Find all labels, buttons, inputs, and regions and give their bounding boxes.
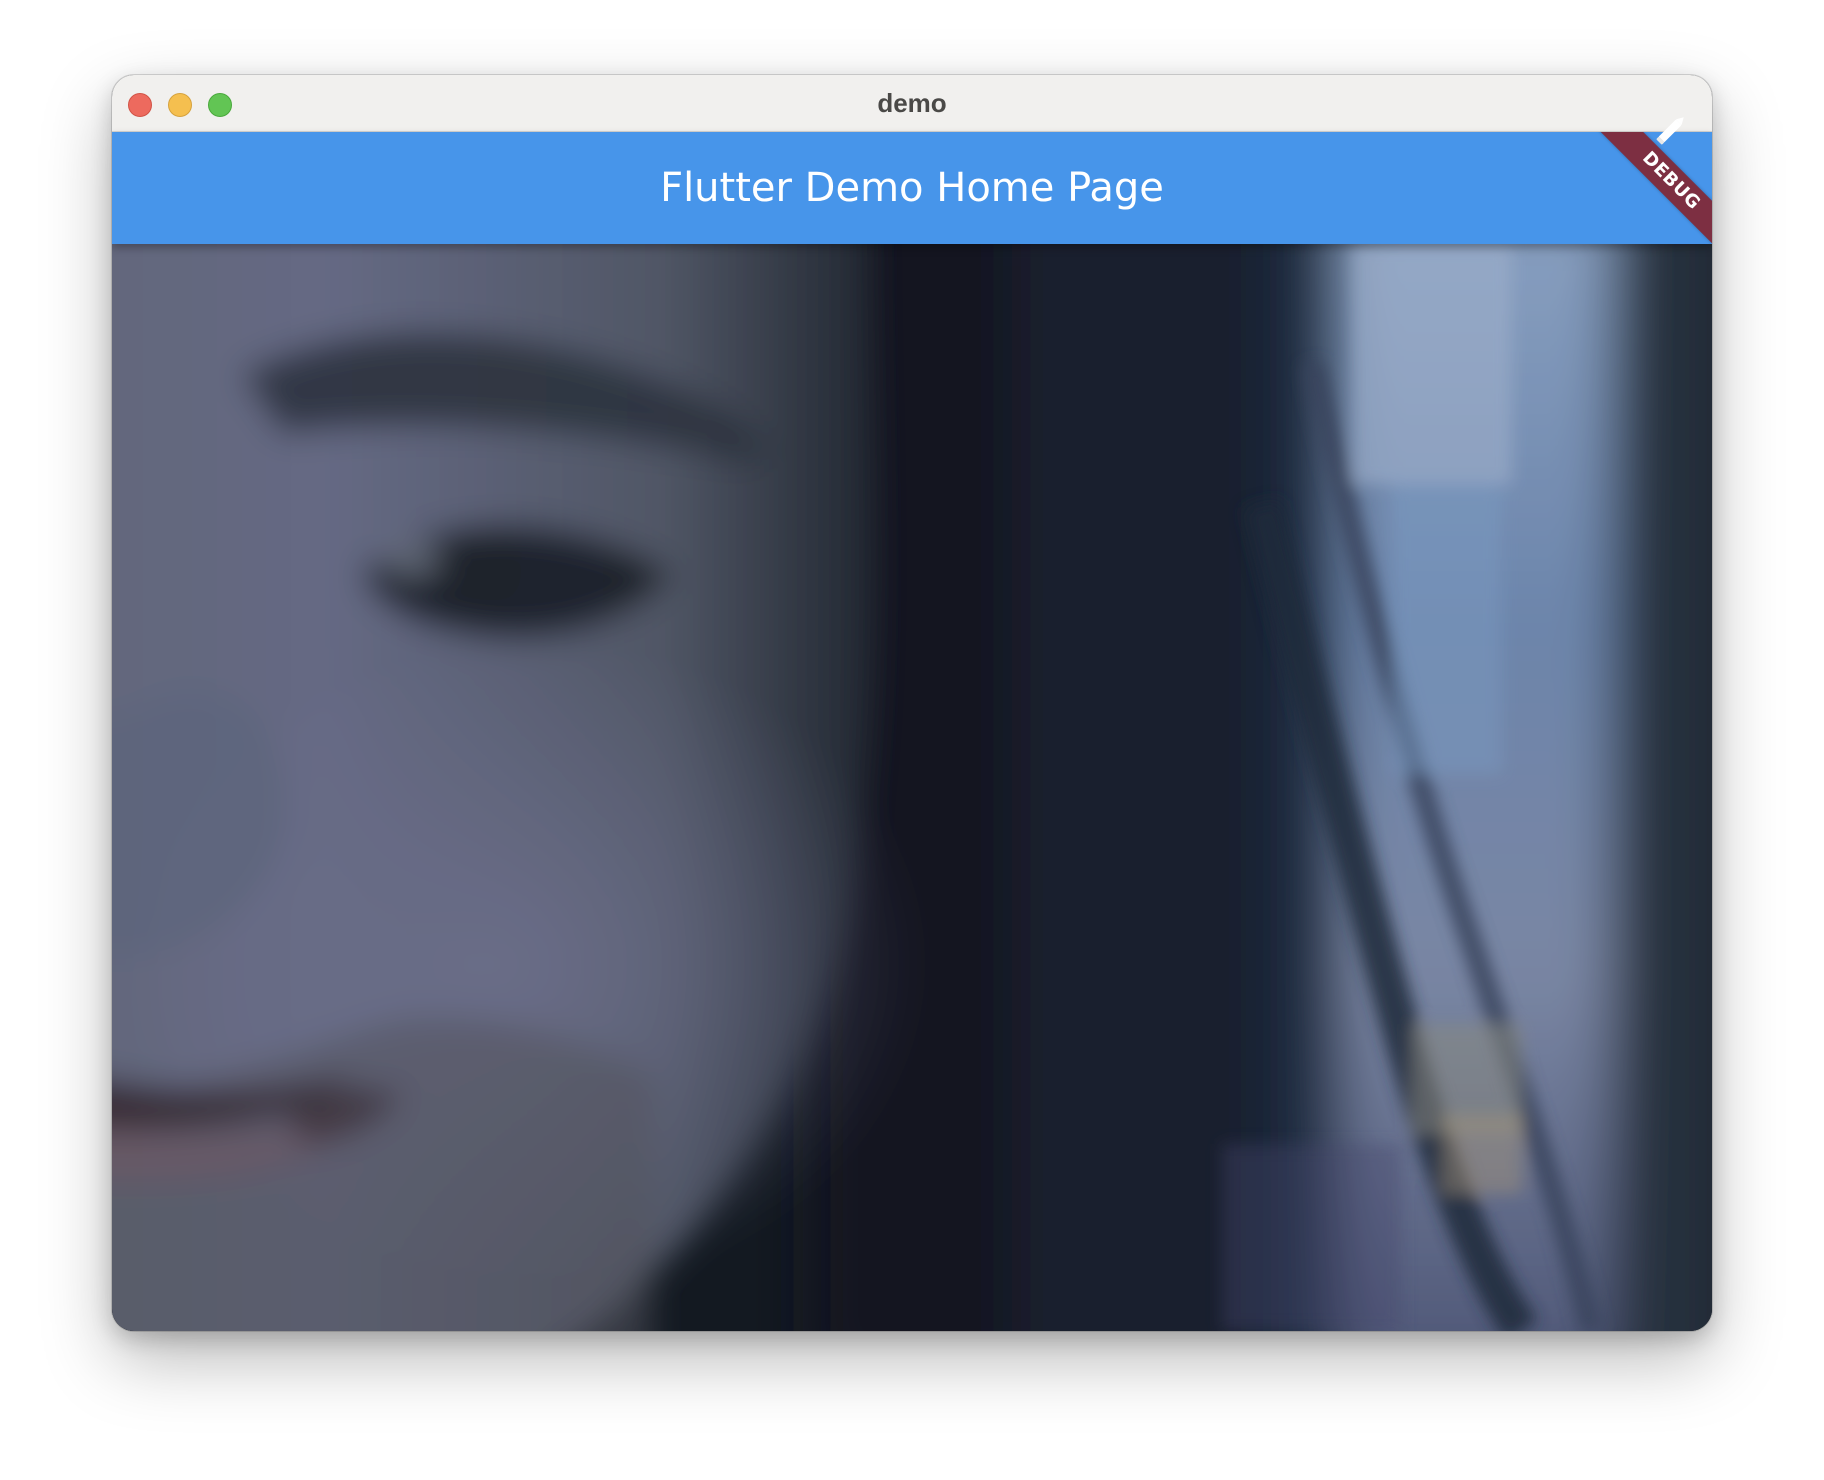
app-bar-title: Flutter Demo Home Page: [660, 165, 1164, 211]
pencil-icon: [1656, 117, 1684, 145]
window-titlebar[interactable]: demo: [112, 75, 1712, 132]
window-title: demo: [877, 88, 947, 118]
app-window: demo Flutter Demo Home Page DEBUG: [112, 75, 1712, 1331]
app-bar: Flutter Demo Home Page: [112, 132, 1712, 244]
camera-preview: [112, 244, 1712, 1331]
camera-feed-image: [112, 244, 1712, 1331]
